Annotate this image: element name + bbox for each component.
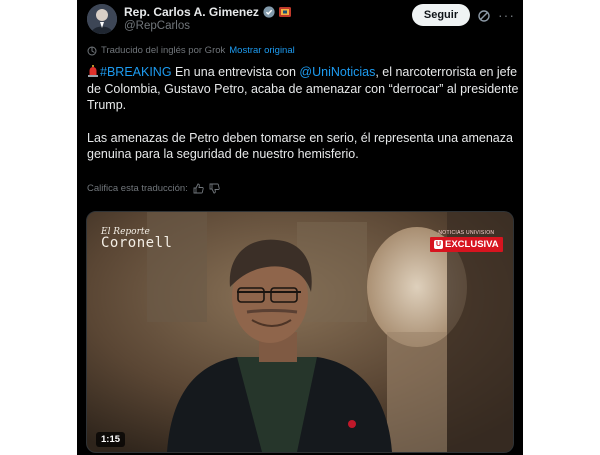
exclusive-label: EXCLUSIVA <box>445 239 499 250</box>
hashtag-breaking[interactable]: #BREAKING <box>100 65 172 79</box>
thumbs-down-icon[interactable] <box>209 183 220 194</box>
translation-note-row: Traducido del inglés por Grok Mostrar or… <box>87 45 295 56</box>
author-handle[interactable]: @RepCarlos <box>124 20 190 32</box>
government-affiliation-icon <box>278 7 291 17</box>
translation-note: Traducido del inglés por Grok <box>101 45 226 56</box>
show-logo-line-2: Coronell <box>101 235 173 251</box>
show-original-link[interactable]: Mostrar original <box>229 45 294 56</box>
thumbs-up-icon[interactable] <box>193 183 204 194</box>
grok-icon[interactable] <box>477 9 491 23</box>
tweet-text-part-1: En una entrevista con <box>171 65 300 79</box>
translate-icon <box>87 46 97 55</box>
author-row: Rep. Carlos A. Gimenez <box>124 5 291 19</box>
video-player[interactable]: El Reporte Coronell NOTICIAS UNIVISION U… <box>86 211 514 453</box>
tweet-text: #BREAKING En una entrevista con @UniNoti… <box>87 64 519 163</box>
rate-translation-label: Califica esta traducción: <box>87 183 188 194</box>
tweet-card: Rep. Carlos A. Gimenez @RepCarlos Seguir… <box>77 0 523 455</box>
tweet-paragraph-2: Las amenazas de Petro deben tomarse en s… <box>87 130 513 162</box>
avatar[interactable] <box>87 4 117 34</box>
rate-translation-row: Califica esta traducción: <box>87 183 220 194</box>
siren-icon <box>88 65 98 77</box>
more-options-icon[interactable]: ··· <box>498 7 515 23</box>
follow-button[interactable]: Seguir <box>412 4 470 26</box>
show-logo: El Reporte Coronell <box>101 228 173 251</box>
network-text: NOTICIAS UNIVISION <box>438 230 495 236</box>
verified-badge-icon <box>263 6 275 18</box>
video-duration: 1:15 <box>96 432 126 447</box>
exclusive-badge: NOTICIAS UNIVISION U EXCLUSIVA <box>430 230 503 252</box>
author-name[interactable]: Rep. Carlos A. Gimenez <box>124 5 259 19</box>
univision-logo-icon: U <box>434 240 443 249</box>
mention-uninoticias[interactable]: @UniNoticias <box>299 65 375 79</box>
